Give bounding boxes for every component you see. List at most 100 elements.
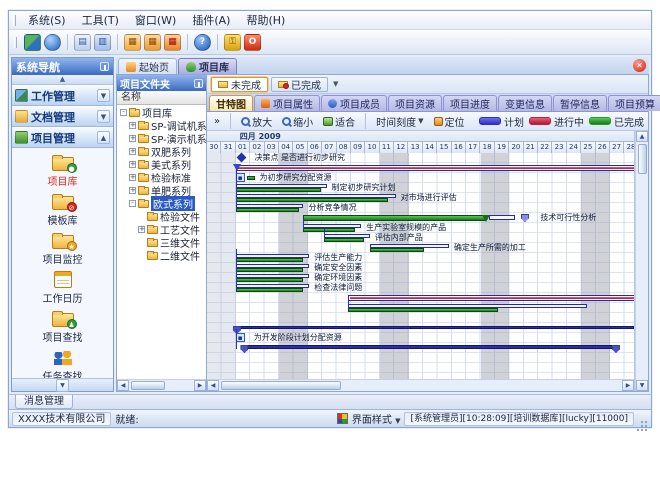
scroll-left-icon[interactable]: ◀ — [207, 380, 219, 391]
menu-item[interactable]: 系统(S) — [20, 13, 74, 28]
day-cell-19: 19 — [495, 142, 509, 153]
legend-item-计划: 计划 — [479, 114, 524, 129]
system-monitor-icon[interactable] — [24, 34, 41, 51]
pin-icon[interactable] — [100, 62, 109, 71]
tab-项目属性[interactable]: 项目属性 — [254, 95, 320, 111]
expand-icon[interactable]: + — [129, 122, 136, 129]
chevron-down-icon[interactable]: ▼ — [333, 80, 338, 88]
chevron-icon[interactable]: ▼ — [97, 110, 110, 123]
tab-项目进度[interactable]: 项目进度 — [443, 95, 497, 111]
sidebar-item-工作日历[interactable]: 工作日历 — [43, 270, 83, 305]
filter-tab-已完成[interactable]: 已完成 — [271, 77, 328, 92]
toolbar-separator — [67, 34, 68, 50]
tree-column-header[interactable]: 名称 — [117, 91, 206, 105]
tab-项目资源[interactable]: 项目资源 — [388, 95, 442, 111]
sidebar-item-项目库[interactable]: ●项目库 — [48, 153, 78, 188]
chart-horizontal-scrollbar[interactable]: ◀ ▶ — [207, 379, 634, 391]
tab-项目成员[interactable]: 项目成员 — [321, 95, 387, 111]
sidebar-item-项目查找[interactable]: ♟项目查找 — [43, 309, 83, 344]
folder-icon — [138, 122, 149, 130]
report-new-icon[interactable]: ▦ — [124, 34, 141, 51]
tab-起始页[interactable]: 起始页 — [118, 58, 177, 74]
filter-tab-未完成[interactable]: 未完成 — [211, 77, 268, 92]
message-management-tab[interactable]: 消息管理 — [15, 395, 73, 409]
filter-tab-bar: 未完成已完成 ▼ — [207, 75, 648, 94]
scroll-down-icon[interactable]: ▼ — [636, 380, 648, 391]
chart-vertical-scrollbar[interactable]: ▲ ▼ — [635, 131, 648, 391]
sidebar-bottom-strip[interactable]: ▼ — [12, 378, 113, 391]
scroll-left-icon[interactable]: ◀ — [117, 380, 129, 391]
expand-icon[interactable]: + — [129, 161, 136, 168]
sidebar-collapse-strip[interactable]: ▲ — [12, 75, 113, 85]
folder-icon — [138, 187, 149, 195]
scrollbar-thumb[interactable] — [221, 381, 341, 390]
time-scale-dropdown[interactable]: 时间刻度▼ — [373, 113, 426, 130]
scroll-up-icon[interactable]: ▲ — [636, 131, 648, 142]
tab-项目预算[interactable]: 项目预算 — [608, 95, 660, 111]
sidebar-item-项目监控[interactable]: ★项目监控 — [43, 231, 83, 266]
sidebar-item-任务查找[interactable]: 任务查找 — [43, 348, 83, 378]
scrollbar-thumb[interactable] — [638, 144, 647, 174]
help-icon[interactable]: ? — [194, 34, 211, 51]
tab-甘特图[interactable]: 甘特图 — [209, 95, 253, 111]
zoom-out-button[interactable]: 缩小 — [279, 113, 316, 130]
day-cell-17: 17 — [466, 142, 480, 153]
expand-icon[interactable]: + — [129, 148, 136, 155]
task-label: 决策点 是否进行初步研究 — [254, 153, 345, 163]
tree-horizontal-scrollbar[interactable]: ◀ ▶ — [117, 379, 206, 391]
collapse-icon[interactable]: - — [129, 200, 136, 207]
locate-button[interactable]: 定位 — [431, 113, 468, 130]
fit-button[interactable]: 适合 — [320, 113, 358, 130]
menu-item[interactable]: 帮助(H) — [238, 13, 293, 28]
menu-item[interactable]: 窗口(W) — [127, 13, 184, 28]
sidebar-section-项目管理[interactable]: 项目管理▲ — [12, 127, 113, 148]
tab-暂停信息[interactable]: 暂停信息 — [553, 95, 607, 111]
sidebar-section-工作管理[interactable]: 工作管理▼ — [12, 85, 113, 106]
main-toolbar: ▤▥▦▦▦?⚿O — [9, 30, 651, 55]
expand-icon[interactable]: + — [129, 135, 136, 142]
sidebar-item-模板库[interactable]: ⊘模板库 — [48, 192, 78, 227]
folder-open-icon[interactable]: ▤ — [74, 34, 91, 51]
folder-icon — [129, 109, 140, 117]
tree-node-二维文件[interactable]: 二维文件 — [117, 249, 206, 262]
app-window: 系统(S)工具(T)窗口(W)插件(A)帮助(H) ▤▥▦▦▦?⚿O 系统导航 … — [8, 10, 652, 428]
gantt-chart[interactable]: 四月 2009 30310102030405060708091011121314… — [207, 131, 635, 391]
scroll-right-icon[interactable]: ▶ — [622, 380, 634, 391]
pin-icon[interactable] — [194, 79, 203, 88]
resize-grip[interactable] — [638, 414, 648, 424]
expand-icon[interactable]: + — [129, 174, 136, 181]
report-edit-icon[interactable]: ▦ — [144, 34, 161, 51]
collapse-icon[interactable]: - — [120, 109, 127, 116]
globe-icon[interactable] — [44, 34, 61, 51]
chevron-down-icon[interactable]: ▼ — [56, 379, 69, 392]
report-delete-icon[interactable]: ▦ — [164, 34, 181, 51]
status-bar: XXXX技术有限公司 就绪: 界面样式 ▼ [系统管理员][10:28:09][… — [9, 409, 651, 427]
gantt-toolbar: » 放大 缩小 适合 时间刻度▼ 定位 计划进行中已完成 — [207, 112, 648, 131]
day-cell-13: 13 — [408, 142, 422, 153]
toolbar-overflow-button[interactable]: » — [211, 115, 223, 128]
tab-项目库[interactable]: 项目库 — [178, 58, 237, 74]
chevron-icon[interactable]: ▲ — [97, 131, 110, 144]
lock-icon[interactable]: ⚿ — [224, 34, 241, 51]
expand-icon[interactable]: + — [138, 226, 145, 233]
chevron-icon[interactable]: ▼ — [97, 89, 110, 102]
exit-icon[interactable]: O — [244, 34, 261, 51]
tab-变更信息[interactable]: 变更信息 — [498, 95, 552, 111]
calendar-icon — [50, 270, 76, 289]
menu-item[interactable]: 工具(T) — [74, 13, 127, 28]
close-icon[interactable]: ✕ — [633, 59, 646, 72]
menu-item[interactable]: 插件(A) — [184, 13, 238, 28]
gantt-row: 对市场进行评估 — [207, 193, 634, 203]
expand-icon[interactable]: + — [129, 187, 136, 194]
zoom-in-button[interactable]: 放大 — [238, 113, 275, 130]
done-bar — [236, 198, 389, 202]
folder-icon — [278, 81, 288, 88]
folder-switch-icon[interactable]: ▥ — [94, 34, 111, 51]
scrollbar-thumb[interactable] — [131, 381, 165, 390]
sidebar-item-label: 工作日历 — [43, 290, 83, 305]
interface-style-button[interactable]: 界面样式 ▼ — [352, 411, 401, 426]
sidebar-section-文档管理[interactable]: 文档管理▼ — [12, 106, 113, 127]
scroll-right-icon[interactable]: ▶ — [194, 380, 206, 391]
dependency-connector — [324, 229, 325, 239]
tab-icon — [186, 62, 196, 72]
